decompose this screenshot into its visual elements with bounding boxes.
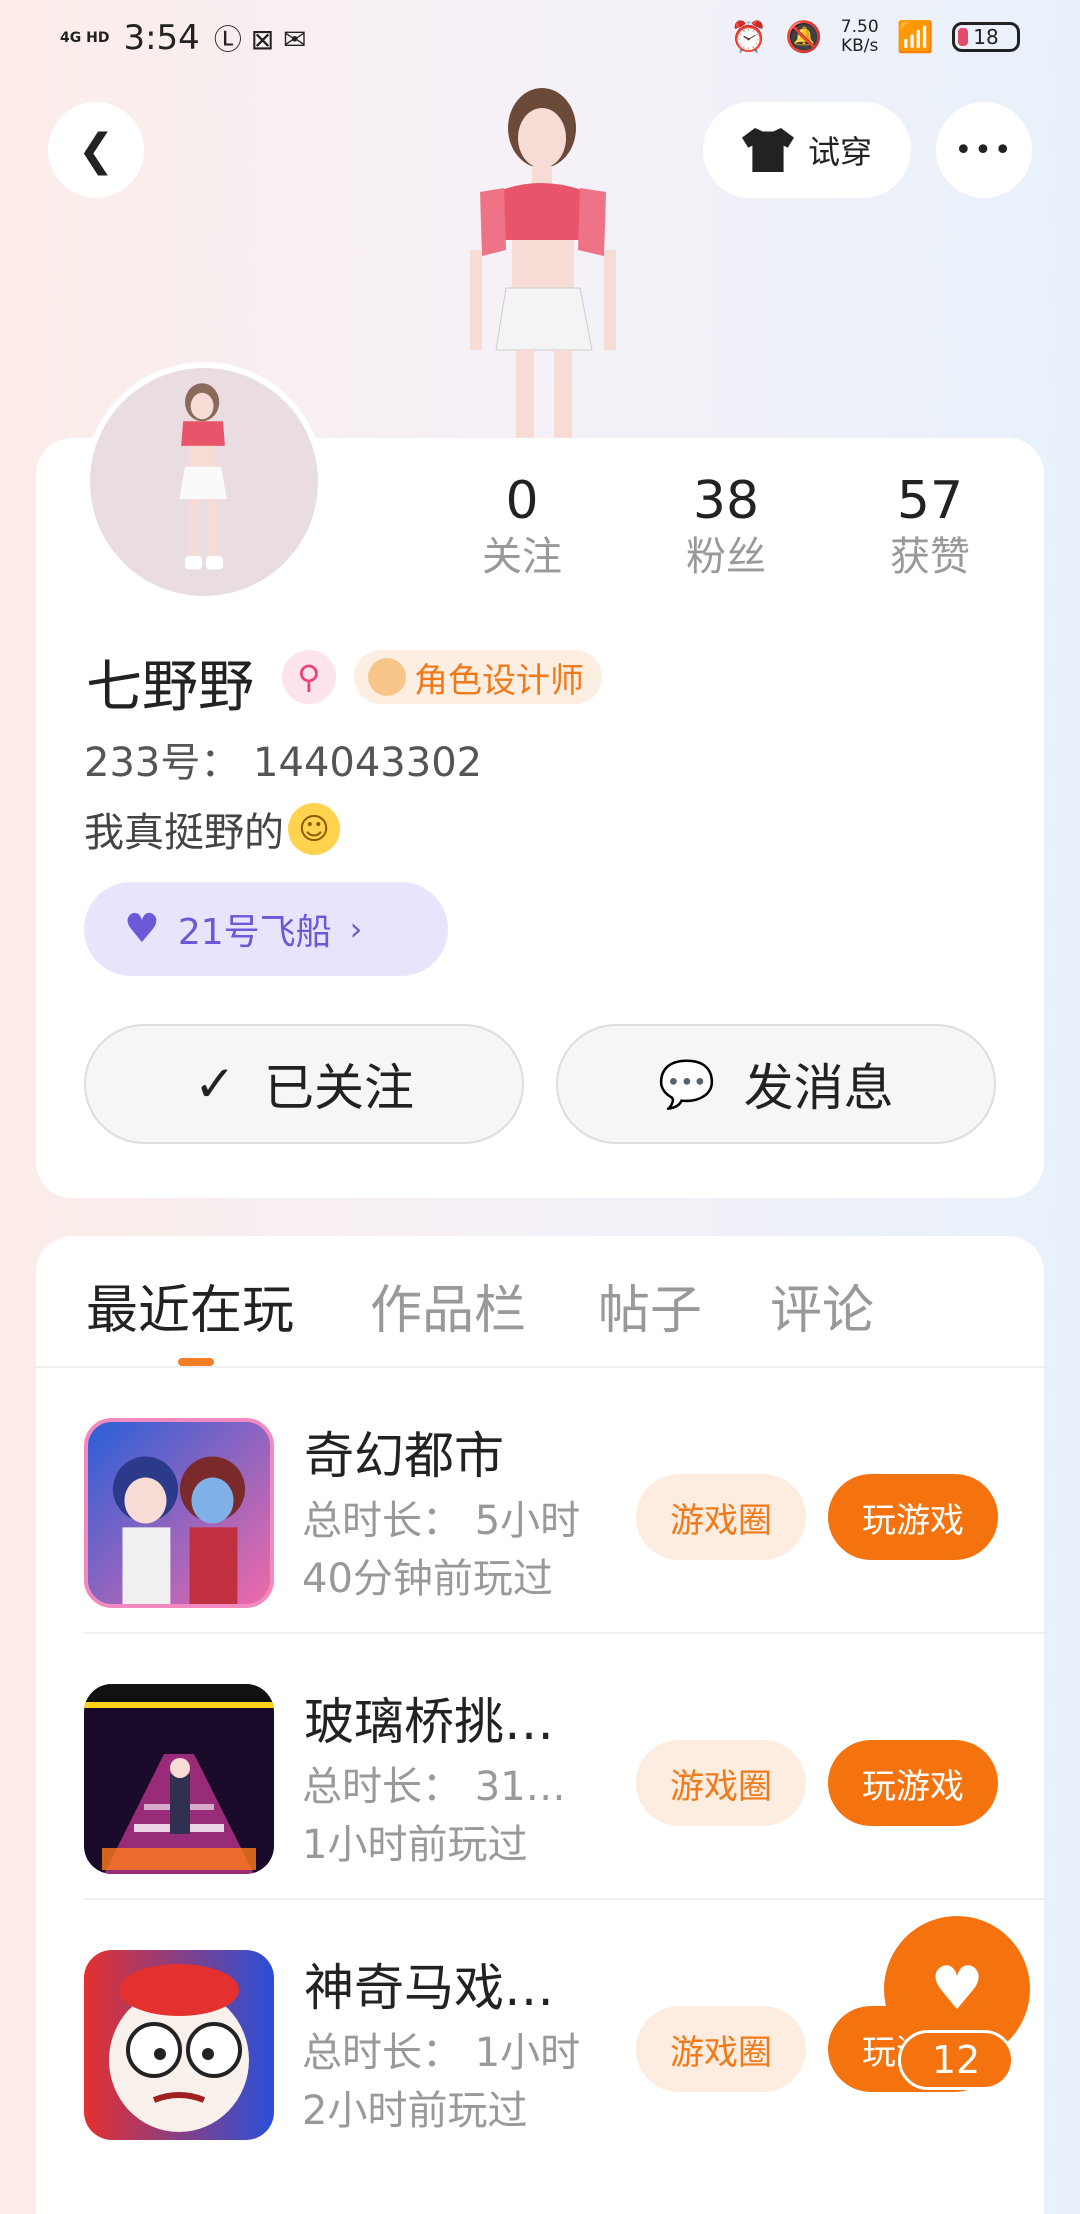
more-icon: •••: [954, 132, 1014, 168]
female-icon: ⚲: [282, 650, 336, 704]
network-speed: 7.50 KB/s: [840, 17, 879, 56]
heart-icon: ♥: [930, 1954, 984, 2024]
chevron-right-icon: ›: [349, 910, 363, 948]
game-duration: 总时长： 5小时: [302, 1498, 581, 1544]
game-icon[interactable]: [84, 1950, 274, 2140]
more-button[interactable]: •••: [936, 102, 1032, 198]
character-figure[interactable]: [420, 80, 660, 440]
stat-followers[interactable]: 38 粉丝: [636, 470, 816, 582]
game-duration: 总时长： 1小时: [302, 2030, 581, 2076]
game-duration: 总时长： 31…: [302, 1764, 566, 1810]
tryon-button[interactable]: 试穿: [703, 102, 911, 198]
chevron-left-icon: ❮: [77, 124, 115, 176]
message-button[interactable]: 💬 发消息: [556, 1024, 996, 1144]
battery-icon: 18: [952, 22, 1020, 52]
like-count: 12: [898, 2030, 1014, 2090]
chat-bubble-icon: 💬: [658, 1056, 716, 1111]
role-badge[interactable]: 角色设计师: [354, 650, 602, 704]
notification-icons: Ⓛ ⊠ ✉: [213, 23, 307, 56]
tab-indicator: [178, 1358, 214, 1366]
tab-works[interactable]: 作品栏: [370, 1268, 526, 1343]
wifi-icon: 📶: [896, 19, 934, 55]
game-last-played: 1小时前玩过: [302, 1822, 528, 1868]
check-icon: ✓: [194, 1055, 236, 1113]
alarm-icon: ⏰: [730, 19, 768, 55]
heart-icon: ♥: [124, 906, 160, 952]
game-icon[interactable]: [84, 1418, 274, 1608]
game-circle-button[interactable]: 游戏圈: [636, 1740, 806, 1826]
list-item[interactable]: 奇幻都市 总时长： 5小时 40分钟前玩过 游戏圈 玩游戏: [36, 1368, 1044, 1634]
game-title: 玻璃桥挑…: [304, 1693, 554, 1751]
tab-comments[interactable]: 评论: [770, 1268, 874, 1343]
bio: 我真挺野的 ☺: [84, 800, 340, 858]
game-icon[interactable]: [84, 1684, 274, 1874]
game-last-played: 40分钟前玩过: [302, 1556, 553, 1602]
play-game-button[interactable]: 玩游戏: [828, 1740, 998, 1826]
back-button[interactable]: ❮: [48, 102, 144, 198]
stat-following[interactable]: 0 关注: [432, 470, 612, 582]
avatar[interactable]: [84, 362, 324, 602]
stat-likes[interactable]: 57 获赞: [840, 470, 1020, 582]
list-item[interactable]: 神奇马戏… 总时长： 1小时 2小时前玩过 游戏圈 玩游戏: [36, 1900, 1044, 2166]
clock: 3:54: [123, 18, 200, 58]
angel-smile-icon: ☺: [288, 803, 340, 855]
list-item[interactable]: 玻璃桥挑… 总时长： 31… 1小时前玩过 游戏圈 玩游戏: [36, 1634, 1044, 1900]
spaceship-link[interactable]: ♥ 21号飞船 ›: [84, 882, 448, 976]
tab-posts[interactable]: 帖子: [598, 1268, 702, 1343]
game-title: 奇幻都市: [304, 1427, 504, 1485]
designer-icon: [368, 658, 406, 696]
status-bar-left: 4G HD 3:54 Ⓛ ⊠ ✉: [60, 18, 307, 58]
signal-icon: 4G HD: [60, 30, 110, 46]
username: 七野野: [86, 655, 254, 720]
game-circle-button[interactable]: 游戏圈: [636, 1474, 806, 1560]
mute-icon: 🔕: [785, 19, 823, 55]
play-game-button[interactable]: 玩游戏: [828, 1474, 998, 1560]
user-id: 233号： 144043302: [84, 740, 483, 786]
game-last-played: 2小时前玩过: [302, 2088, 528, 2134]
shirt-icon: [741, 128, 794, 172]
game-title: 神奇马戏…: [304, 1959, 554, 2017]
follow-button[interactable]: ✓ 已关注: [84, 1024, 524, 1144]
status-bar-right: ⏰ 🔕 7.50 KB/s 📶 18: [730, 18, 1020, 56]
tab-recent[interactable]: 最近在玩: [86, 1268, 294, 1343]
game-circle-button[interactable]: 游戏圈: [636, 2006, 806, 2092]
